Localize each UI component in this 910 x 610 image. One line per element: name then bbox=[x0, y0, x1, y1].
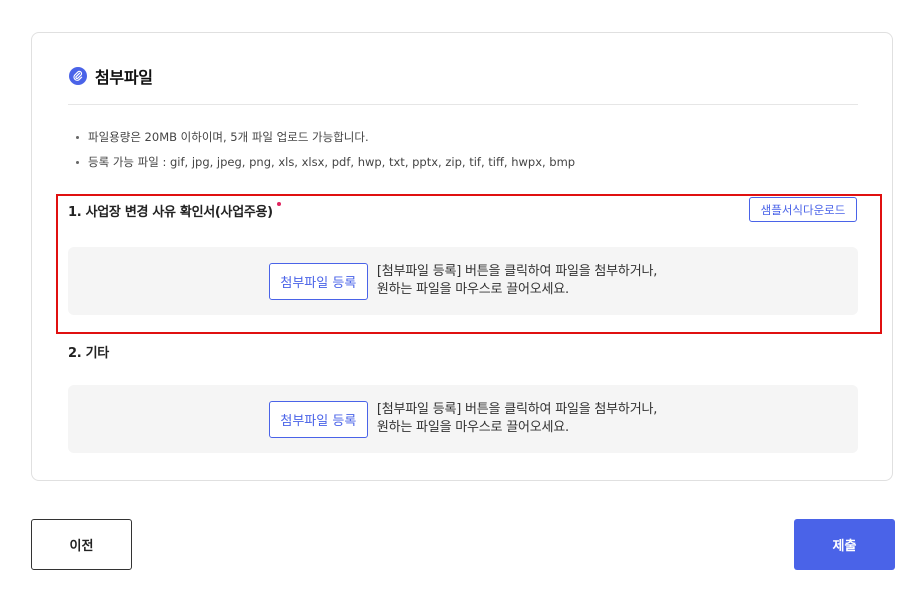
dropzone-instructions: [첨부파일 등록] 버튼을 클릭하여 파일을 첨부하거나, 원하는 파일을 마우… bbox=[376, 263, 658, 299]
required-indicator bbox=[276, 202, 281, 206]
section-header: 첨부파일 bbox=[69, 65, 153, 87]
field-label-text: 2. 기타 bbox=[68, 346, 109, 361]
notes-list: 파일용량은 20MB 이하이며, 5개 파일 업로드 가능합니다. 등록 가능 … bbox=[76, 127, 575, 177]
field-label-business-change-confirmation: 1. 사업장 변경 사유 확인서(사업주용) bbox=[68, 201, 281, 220]
dropzone-text-line1: [첨부파일 등록] 버튼을 클릭하여 파일을 첨부하거나, bbox=[376, 264, 658, 279]
note-item: 파일용량은 20MB 이하이며, 5개 파일 업로드 가능합니다. bbox=[76, 127, 575, 152]
note-item: 등록 가능 파일 : gif, jpg, jpeg, png, xls, xls… bbox=[76, 152, 575, 177]
header-divider bbox=[68, 104, 858, 105]
submit-button[interactable]: 제출 bbox=[794, 519, 895, 570]
dropzone-other[interactable]: 첨부파일 등록 [첨부파일 등록] 버튼을 클릭하여 파일을 첨부하거나, 원하… bbox=[68, 385, 858, 453]
page: 첨부파일 파일용량은 20MB 이하이며, 5개 파일 업로드 가능합니다. 등… bbox=[0, 0, 910, 610]
dropzone-business-change-confirmation[interactable]: 첨부파일 등록 [첨부파일 등록] 버튼을 클릭하여 파일을 첨부하거나, 원하… bbox=[68, 247, 858, 315]
attach-file-button[interactable]: 첨부파일 등록 bbox=[268, 262, 368, 300]
dropzone-instructions: [첨부파일 등록] 버튼을 클릭하여 파일을 첨부하거나, 원하는 파일을 마우… bbox=[376, 401, 658, 437]
field-label-other: 2. 기타 bbox=[68, 342, 109, 361]
attach-file-button[interactable]: 첨부파일 등록 bbox=[268, 400, 368, 438]
field-label-text: 1. 사업장 변경 사유 확인서(사업주용) bbox=[68, 205, 273, 220]
prev-button[interactable]: 이전 bbox=[31, 519, 132, 570]
dropzone-text-line2: 원하는 파일을 마우스로 끌어오세요. bbox=[376, 282, 569, 297]
section-title: 첨부파일 bbox=[95, 68, 153, 87]
paperclip-icon bbox=[69, 67, 87, 85]
sample-download-button[interactable]: 샘플서식다운로드 bbox=[749, 197, 857, 222]
attachments-card: 첨부파일 파일용량은 20MB 이하이며, 5개 파일 업로드 가능합니다. 등… bbox=[31, 32, 893, 481]
dropzone-text-line1: [첨부파일 등록] 버튼을 클릭하여 파일을 첨부하거나, bbox=[376, 402, 658, 417]
dropzone-text-line2: 원하는 파일을 마우스로 끌어오세요. bbox=[376, 420, 569, 435]
